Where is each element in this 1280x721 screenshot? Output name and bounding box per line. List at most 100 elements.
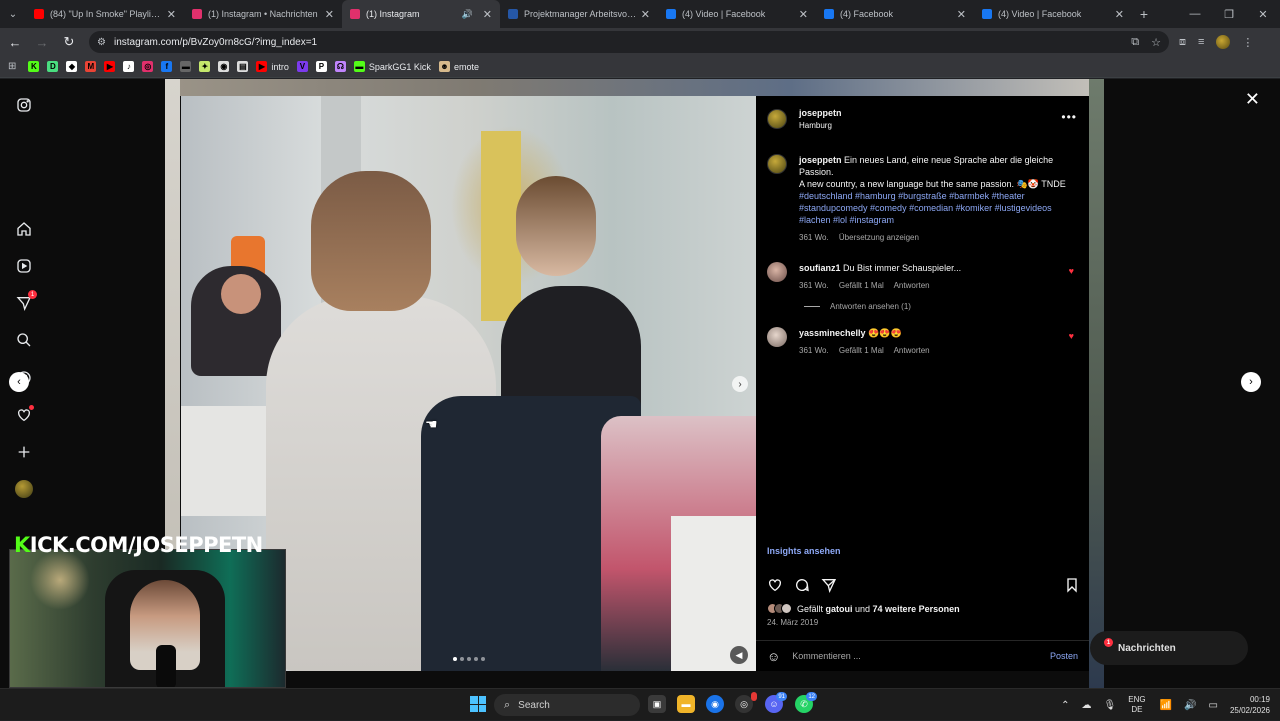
commenter-avatar[interactable] [767,327,787,347]
clock[interactable]: 00:19 25/02/2026 [1230,694,1270,716]
site-info-icon[interactable]: ⚙ [97,37,106,48]
instagram-logo-icon[interactable] [15,96,33,114]
more-options-icon[interactable]: ••• [1061,110,1077,124]
likes-user[interactable]: gatoui [826,604,853,614]
media-next-arrow[interactable]: › [732,376,748,392]
comment-username[interactable]: soufianz1 [799,263,841,273]
bookmark-item[interactable]: f [161,61,173,72]
bookmark-item[interactable]: ◉ [218,61,230,72]
language-indicator[interactable]: ENG DE [1128,695,1145,715]
bookmark-item[interactable]: ✦ [199,61,211,72]
close-modal-icon[interactable]: ✕ [1245,89,1260,110]
close-tab-icon[interactable]: ✕ [799,8,808,21]
comment-username[interactable]: yassminechelly [799,328,866,338]
bookmark-item[interactable]: ▬ SparkGG1 Kick [353,61,431,72]
file-explorer-icon[interactable]: ▬ [677,695,695,713]
comment-icon[interactable] [794,577,810,593]
likes-others[interactable]: 74 weitere Personen [873,604,960,614]
emoji-icon[interactable]: ☺ [767,649,780,664]
taskbar-search[interactable]: ⌕ Search [494,694,640,716]
mute-icon[interactable]: ◀ [730,646,748,664]
caption-avatar[interactable] [767,154,787,174]
like-heart-icon[interactable] [767,577,783,593]
create-icon[interactable] [15,443,33,461]
chrome-menu-icon[interactable]: ⋮ [1242,36,1253,49]
comment-input[interactable]: Kommentieren ... [792,651,1050,661]
save-bookmark-icon[interactable] [1064,577,1080,593]
home-icon[interactable] [15,220,33,238]
comment-like-heart-icon[interactable]: ♥ [1069,331,1074,341]
browser-tab[interactable]: Projektmanager Arbeitsvorbere ✕ [500,0,658,28]
caption-hashtags[interactable]: #deutschland #hamburg #burgstraße #barmb… [799,191,1052,225]
restore-icon[interactable]: ❐ [1212,0,1246,28]
bookmark-item[interactable]: ▶ [104,61,116,72]
commenter-avatar[interactable] [767,262,787,282]
insights-link[interactable]: Insights ansehen [767,546,841,556]
author-avatar[interactable] [767,109,787,129]
reels-icon[interactable] [15,257,33,275]
bookmark-item[interactable]: ☻ emote [438,61,479,72]
bookmark-item[interactable]: M [85,61,97,72]
volume-icon[interactable]: 🔊 [1184,700,1196,711]
post-location[interactable]: Hamburg [799,121,842,130]
bookmark-item[interactable]: ♪ [123,61,135,72]
browser-tab[interactable]: (1) Instagram 🔊 ✕ [342,0,500,28]
close-tab-icon[interactable]: ✕ [167,8,176,21]
browser-tab[interactable]: (1) Instagram • Nachrichten ✕ [184,0,342,28]
cast-icon[interactable]: ⧉ [1131,36,1139,49]
browser-tab[interactable]: (4) Video | Facebook ✕ [658,0,816,28]
new-tab-button[interactable]: + [1132,0,1156,28]
bookmark-item[interactable]: K [28,61,40,72]
previous-post-arrow[interactable]: ‹ [9,372,29,392]
comment-like-heart-icon[interactable]: ♥ [1069,266,1074,276]
comment-likes[interactable]: Gefällt 1 Mal [839,281,884,290]
bookmark-item[interactable]: ▶ intro [256,61,289,72]
bookmark-item[interactable]: ▬ [180,61,192,72]
wifi-icon[interactable]: 📶 [1160,700,1172,711]
close-tab-icon[interactable]: ✕ [957,8,966,21]
whatsapp-icon[interactable]: ✆ 12 [795,692,817,713]
messages-pill[interactable]: 1 Nachrichten [1090,631,1248,665]
bookmark-star-icon[interactable]: ☆ [1151,36,1161,49]
bookmark-item[interactable]: ◆ [66,61,78,72]
bookmark-item[interactable]: ◎ [142,61,154,72]
tray-overflow-icon[interactable]: ⌃ [1061,700,1069,711]
bookmark-item[interactable]: ☊ [334,61,346,72]
reply-link[interactable]: Antworten [894,346,930,355]
view-replies-link[interactable]: Antworten ansehen (1) [804,302,1082,311]
search-icon[interactable] [15,331,33,349]
reply-link[interactable]: Antworten [894,281,930,290]
browser-tab[interactable]: (4) Video | Facebook ✕ [974,0,1132,28]
onedrive-icon[interactable]: ☁ [1082,700,1092,711]
close-tab-icon[interactable]: ✕ [1115,8,1124,21]
close-tab-icon[interactable]: ✕ [641,8,650,21]
likes-summary[interactable]: Gefällt gatoui und 74 weitere Personen [767,603,960,614]
reload-icon[interactable]: ↻ [57,30,81,54]
address-bar[interactable]: ⚙ instagram.com/p/BvZoy0rn8cG/?img_index… [89,31,1169,53]
windows-start-icon[interactable] [470,696,486,712]
direct-messages-icon[interactable]: 1 [15,290,37,312]
bookmark-item[interactable]: P [315,61,327,72]
extensions-icon[interactable]: ⧈ [1179,36,1186,49]
post-comment-button[interactable]: Posten [1050,651,1078,661]
apps-icon[interactable]: ⊞ [8,61,16,72]
share-icon[interactable] [821,577,837,593]
close-tab-icon[interactable]: ✕ [483,8,492,21]
comment-likes[interactable]: Gefällt 1 Mal [839,346,884,355]
task-view-icon[interactable]: ▣ [648,695,666,713]
next-post-arrow[interactable]: › [1241,372,1261,392]
forward-icon[interactable]: → [30,30,54,54]
minimize-icon[interactable]: — [1178,0,1212,28]
tab-audio-icon[interactable]: 🔊 [462,9,473,20]
notifications-heart-icon[interactable] [15,405,34,424]
obs-icon[interactable]: ◎ [735,692,757,713]
discord-icon[interactable]: ☺ 91 [765,692,787,713]
microphone-icon[interactable]: 🎙 [1104,700,1117,711]
show-translation-link[interactable]: Übersetzung anzeigen [839,233,919,242]
caption-username[interactable]: joseppetn [799,155,842,165]
back-icon[interactable]: ← [3,30,27,54]
media-controls-icon[interactable]: ≡ [1198,36,1204,48]
battery-icon[interactable]: ▭ [1209,700,1218,711]
bookmark-item[interactable]: V [296,61,308,72]
tab-search-icon[interactable]: ⌄ [0,0,26,28]
